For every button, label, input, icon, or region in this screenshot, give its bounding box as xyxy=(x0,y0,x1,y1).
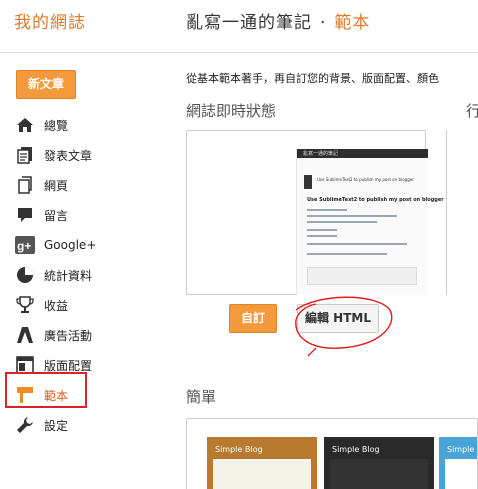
blog-name: 亂寫一通的筆記 xyxy=(186,13,312,33)
title-separator: · xyxy=(320,13,327,33)
sidebar-item-google-plus[interactable]: g+ Google+ xyxy=(0,230,170,260)
sidebar-item-label: 廣告活動 xyxy=(44,328,93,343)
preview-text-line xyxy=(307,209,347,211)
mobile-section-title: 行 xyxy=(466,102,478,120)
preview-text-line xyxy=(307,221,377,223)
preview-code-block xyxy=(307,267,417,285)
template-thumbnail[interactable]: Simple Blog xyxy=(324,437,434,489)
preview-text-line xyxy=(307,253,387,255)
sidebar-item-comments[interactable]: 留言 xyxy=(0,200,170,230)
thumbnail-body xyxy=(330,459,428,489)
posts-icon xyxy=(14,145,36,165)
comments-icon xyxy=(14,205,36,225)
trophy-icon xyxy=(14,295,36,315)
live-blog-preview[interactable]: 亂寫一通的筆記 Use SublimeText2 to publish my p… xyxy=(186,130,444,295)
campaigns-icon xyxy=(14,325,36,345)
preview-text-line xyxy=(307,215,397,217)
svg-text:g+: g+ xyxy=(17,239,31,253)
sidebar-item-label: 總覽 xyxy=(44,118,69,133)
thumbnail-body xyxy=(213,459,311,489)
new-post-button[interactable]: 新文章 xyxy=(16,70,76,99)
sidebar-item-stats[interactable]: 統計資料 xyxy=(0,260,170,290)
sidebar-item-label: 收益 xyxy=(44,298,69,313)
blog-title[interactable]: 我的網誌 xyxy=(14,8,86,33)
thumbnail-title: Simple Blog xyxy=(447,445,477,454)
sidebar-item-label: 留言 xyxy=(44,208,69,223)
header-divider xyxy=(0,52,478,53)
stats-icon xyxy=(14,265,36,285)
live-section-title: 網誌即時狀態 xyxy=(186,102,277,120)
simple-templates-gallery: Simple Blog Simple Blog Simple Blog xyxy=(186,418,478,489)
preview-top-text: 亂寫一通的筆記 xyxy=(303,151,339,157)
google-plus-icon: g+ xyxy=(14,235,36,255)
home-icon xyxy=(14,115,36,135)
wrench-icon xyxy=(14,415,36,435)
sidebar-item-overview[interactable]: 總覽 xyxy=(0,110,170,140)
preview-post-heading: Use SublimeText2 to publish my post on b… xyxy=(317,177,414,182)
customize-button[interactable]: 自訂 xyxy=(229,304,277,333)
mobile-preview-edge xyxy=(446,130,478,295)
simple-section-title: 簡單 xyxy=(186,388,217,406)
template-thumbnail[interactable]: Simple Blog xyxy=(439,437,477,489)
preview-text-line xyxy=(307,243,407,245)
sidebar-item-label: 發表文章 xyxy=(44,148,93,163)
sidebar-item-earnings[interactable]: 收益 xyxy=(0,290,170,320)
template-description: 從基本範本著手，再自訂您的背景、版面配置、顏色 xyxy=(186,72,439,85)
preview-date-badge xyxy=(304,175,312,189)
sidebar-item-posts[interactable]: 發表文章 xyxy=(0,140,170,170)
edit-html-button[interactable]: 編輯 HTML xyxy=(297,304,379,333)
preview-post-title: Use SublimeText2 to publish my post on b… xyxy=(307,197,444,203)
preview-page: 亂寫一通的筆記 Use SublimeText2 to publish my p… xyxy=(296,149,444,295)
preview-top-bar: 亂寫一通的筆記 xyxy=(297,149,428,158)
thumbnail-body xyxy=(445,459,477,489)
sidebar: 我的網誌 新文章 總覽 發表文章 網頁 留言 g+ Google+ 統計資料 收… xyxy=(0,0,170,489)
preview-text-line xyxy=(307,229,337,231)
preview-text-line xyxy=(307,235,337,237)
highlight-box xyxy=(5,372,87,408)
template-thumbnail[interactable]: Simple Blog xyxy=(207,437,317,489)
sidebar-item-pages[interactable]: 網頁 xyxy=(0,170,170,200)
sidebar-item-campaigns[interactable]: 廣告活動 xyxy=(0,320,170,350)
sidebar-item-label: 版面配置 xyxy=(44,358,93,373)
page-title: 亂寫一通的筆記 · 範本 xyxy=(186,8,370,33)
sidebar-item-label: 網頁 xyxy=(44,178,69,193)
section-name: 範本 xyxy=(334,13,371,33)
sidebar-item-label: 設定 xyxy=(44,418,69,433)
pages-icon xyxy=(14,175,36,195)
thumbnail-title: Simple Blog xyxy=(332,445,380,454)
thumbnail-title: Simple Blog xyxy=(215,445,263,454)
sidebar-item-settings[interactable]: 設定 xyxy=(0,410,170,440)
sidebar-item-label: 統計資料 xyxy=(44,268,93,283)
sidebar-item-label: Google+ xyxy=(44,238,97,252)
